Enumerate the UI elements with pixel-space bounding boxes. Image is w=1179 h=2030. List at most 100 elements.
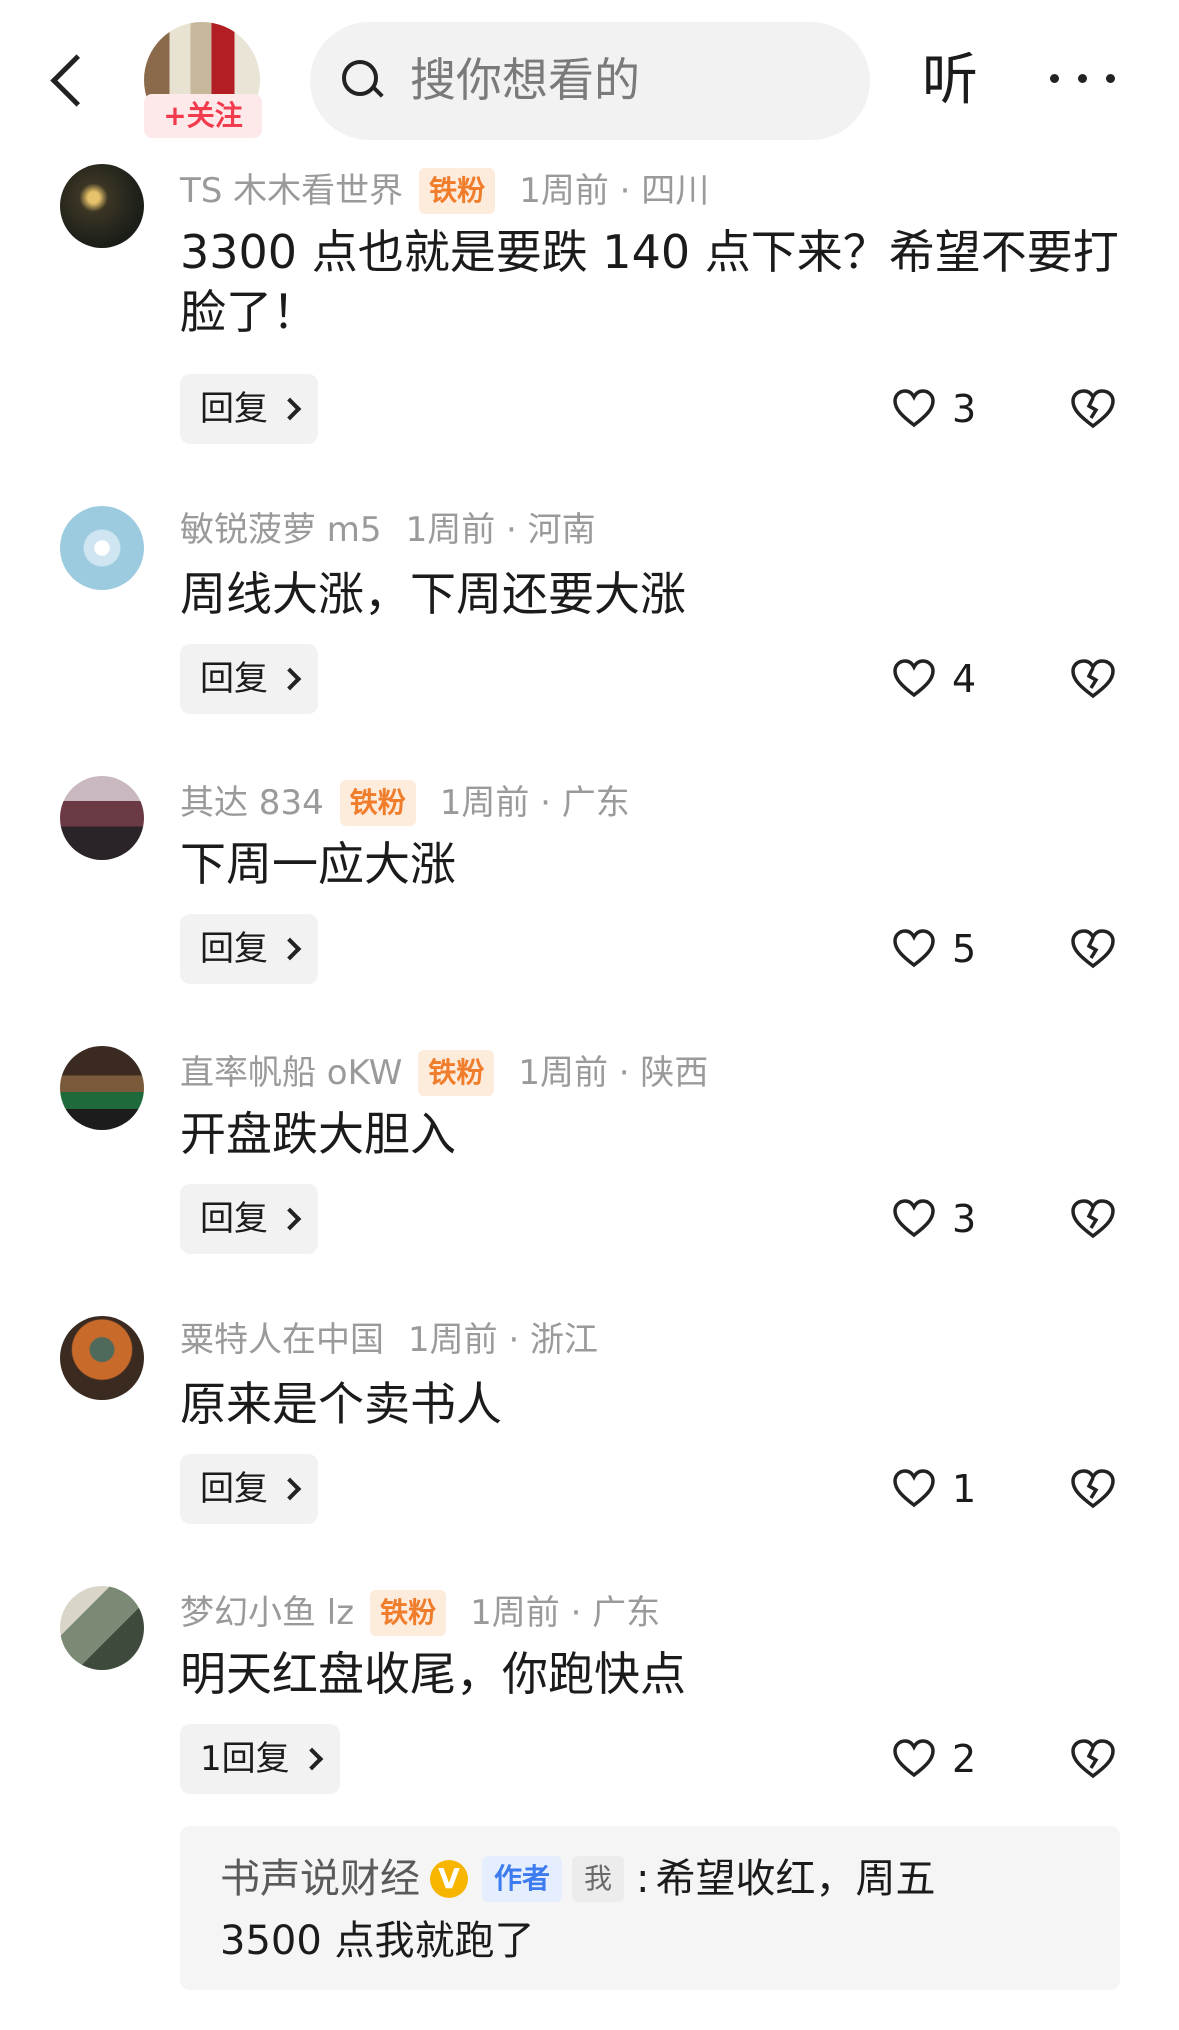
comment-text: 下周一应大涨	[180, 837, 456, 891]
like-count: 3	[952, 387, 977, 431]
search-icon	[342, 60, 382, 100]
follow-button[interactable]: +关注	[144, 94, 262, 138]
chevron-right-icon	[278, 397, 302, 421]
comment-time-location: 1周前 · 广东	[439, 783, 630, 823]
user-avatar[interactable]	[60, 506, 144, 590]
author-reply-text-line1: 希望收红，周五	[655, 1856, 936, 1902]
reply-button[interactable]: 回复	[180, 374, 318, 444]
username[interactable]: 其达 834	[180, 783, 324, 823]
reply-label: 1回复	[200, 1739, 290, 1779]
heart-icon	[893, 1469, 935, 1508]
chevron-right-icon	[278, 667, 302, 691]
account-avatar-group[interactable]: +关注	[140, 22, 266, 144]
broken-heart-icon	[1071, 389, 1115, 429]
like-button[interactable]: 1	[892, 1454, 976, 1524]
dislike-button[interactable]	[1070, 914, 1120, 984]
dislike-button[interactable]	[1070, 1184, 1120, 1254]
user-avatar[interactable]	[60, 1046, 144, 1130]
fan-badge: 铁粉	[339, 780, 416, 826]
reply-button[interactable]: 回复	[180, 1454, 318, 1524]
like-count: 1	[952, 1467, 977, 1511]
comment-time-location: 1周前 · 陕西	[518, 1053, 709, 1093]
comment-text: 3300 点也就是要跌 140 点下来？希望不要打脸了！	[180, 225, 1119, 339]
username[interactable]: 粟特人在中国	[180, 1320, 384, 1360]
colon-separator: :	[636, 1856, 650, 1902]
comment-time-location: 1周前 · 广东	[470, 1593, 661, 1633]
heart-icon	[893, 659, 935, 698]
author-reply-header: 书声说财经 V 作者 我 : 希望收红，周五	[220, 1854, 936, 1904]
user-avatar[interactable]	[60, 164, 144, 248]
dislike-button[interactable]	[1070, 374, 1120, 444]
like-button[interactable]: 3	[892, 1184, 976, 1254]
like-count: 3	[952, 1197, 977, 1241]
comment-text: 开盘跌大胆入	[180, 1107, 456, 1161]
like-count: 5	[952, 927, 977, 971]
heart-icon	[893, 929, 935, 968]
dislike-button[interactable]	[1070, 1454, 1120, 1524]
heart-icon	[893, 1199, 935, 1238]
username[interactable]: 梦幻小鱼 lz	[180, 1593, 354, 1633]
dislike-button[interactable]	[1070, 1724, 1120, 1794]
username[interactable]: 直率帆船 oKW	[180, 1053, 402, 1093]
top-bar: +关注 搜你想看的 听	[0, 0, 1179, 150]
author-name[interactable]: 书声说财经	[220, 1854, 420, 1904]
comment-time-location: 1周前 · 四川	[519, 171, 710, 211]
dislike-button[interactable]	[1070, 644, 1120, 714]
verified-badge-icon: V	[430, 1860, 468, 1898]
username[interactable]: TS 木木看世界	[180, 171, 403, 211]
comment-meta: 粟特人在中国 1周前 · 浙江	[180, 1320, 598, 1360]
broken-heart-icon	[1071, 659, 1115, 699]
like-count: 2	[952, 1737, 977, 1781]
user-avatar[interactable]	[60, 776, 144, 860]
author-reply[interactable]: 书声说财经 V 作者 我 : 希望收红，周五 3500 点我就跑了	[180, 1826, 1120, 1990]
chevron-right-icon	[278, 1207, 302, 1231]
like-button[interactable]: 3	[892, 374, 976, 444]
comment-text: 原来是个卖书人	[180, 1377, 502, 1431]
more-options-icon[interactable]	[1050, 62, 1120, 92]
author-reply-text-line2: 3500 点我就跑了	[220, 1918, 535, 1964]
like-button[interactable]: 5	[892, 914, 976, 984]
comment-meta: 梦幻小鱼 lz 铁粉 1周前 · 广东	[180, 1590, 660, 1636]
username[interactable]: 敏锐菠萝 m5	[180, 510, 382, 550]
fan-badge: 铁粉	[418, 1050, 495, 1096]
heart-icon	[893, 1739, 935, 1778]
chevron-right-icon	[278, 1477, 302, 1501]
me-tag: 我	[572, 1856, 625, 1902]
comment-text: 周线大涨，下周还要大涨	[180, 567, 686, 621]
chevron-right-icon	[278, 937, 302, 961]
reply-label: 回复	[200, 389, 268, 429]
comment-time-location: 1周前 · 浙江	[408, 1320, 599, 1360]
reply-label: 回复	[200, 929, 268, 969]
comment-meta: 其达 834 铁粉 1周前 · 广东	[180, 780, 630, 826]
reply-button[interactable]: 回复	[180, 1184, 318, 1254]
heart-icon	[893, 389, 935, 428]
broken-heart-icon	[1071, 1199, 1115, 1239]
comment-meta: 直率帆船 oKW 铁粉 1周前 · 陕西	[180, 1050, 708, 1096]
like-button[interactable]: 4	[892, 644, 976, 714]
fan-badge: 铁粉	[419, 168, 496, 214]
back-icon[interactable]	[44, 46, 94, 116]
search-placeholder: 搜你想看的	[410, 53, 640, 107]
reply-label: 回复	[200, 659, 268, 699]
user-avatar[interactable]	[60, 1586, 144, 1670]
search-bar[interactable]: 搜你想看的	[310, 22, 870, 140]
broken-heart-icon	[1071, 1469, 1115, 1509]
author-tag: 作者	[482, 1856, 563, 1902]
reply-label: 回复	[200, 1199, 268, 1239]
like-button[interactable]: 2	[892, 1724, 976, 1794]
comment-text: 明天红盘收尾，你跑快点	[180, 1647, 686, 1701]
comment-time-location: 1周前 · 河南	[405, 510, 596, 550]
like-count: 4	[952, 657, 977, 701]
broken-heart-icon	[1071, 1739, 1115, 1779]
chevron-right-icon	[300, 1747, 323, 1771]
comment-meta: 敏锐菠萝 m5 1周前 · 河南	[180, 510, 596, 550]
reply-button[interactable]: 回复	[180, 914, 318, 984]
reply-label: 回复	[200, 1469, 268, 1509]
comment-meta: TS 木木看世界 铁粉 1周前 · 四川	[180, 168, 709, 214]
reply-button[interactable]: 回复	[180, 644, 318, 714]
user-avatar[interactable]	[60, 1316, 144, 1400]
listen-button[interactable]: 听	[922, 46, 978, 116]
reply-button[interactable]: 1回复	[180, 1724, 340, 1794]
broken-heart-icon	[1071, 929, 1115, 969]
fan-badge: 铁粉	[370, 1590, 447, 1636]
